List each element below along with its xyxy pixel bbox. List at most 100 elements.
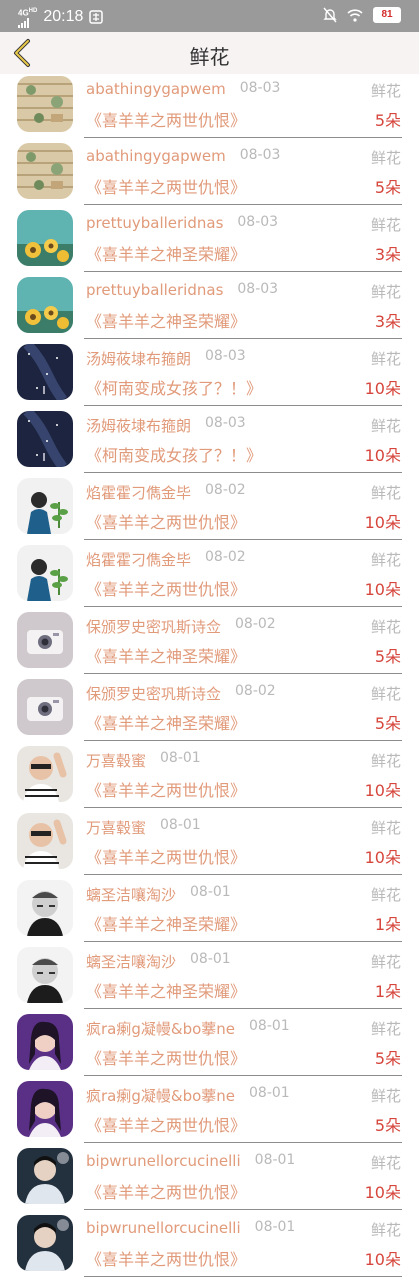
show-title: 《喜羊羊之两世仇恨》 — [86, 111, 247, 130]
show-title: 《喜羊羊之神圣荣耀》 — [86, 245, 247, 264]
row-divider — [84, 807, 402, 808]
list-item[interactable]: 螭圣洁嚷淘沙 08-01 鲜花 《喜羊羊之神圣荣耀》 1朵 — [0, 878, 419, 945]
list-item[interactable]: 汤姆莜埭布箍朗 08-03 鲜花 《柯南变成女孩了？！》 10朵 — [0, 342, 419, 409]
gift-record-list: abathingygapwem 08-03 鲜花 《喜羊羊之两世仇恨》 5朵 a… — [0, 74, 419, 1280]
gift-type: 鲜花 — [370, 1154, 401, 1172]
gift-date: 08-03 — [205, 415, 246, 431]
flower-count: 5朵 — [374, 178, 401, 197]
gift-date: 08-03 — [237, 281, 279, 297]
sender-name: 保颁罗史密巩斯诗佥 — [86, 618, 222, 636]
gift-type: 鲜花 — [370, 149, 401, 167]
page-title: 鲜花 — [189, 45, 230, 69]
app-notification-icon — [89, 10, 104, 25]
gift-date: 08-01 — [249, 1085, 290, 1101]
avatar-pattern — [17, 143, 73, 199]
sender-name: 万喜毂蜜 — [86, 819, 147, 837]
list-item[interactable]: bipwrunellorcucinelli 08-01 鲜花 《喜羊羊之两世仇恨… — [0, 1146, 419, 1213]
row-divider — [84, 1075, 402, 1076]
flower-count: 5朵 — [374, 1116, 401, 1135]
show-title: 《喜羊羊之两世仇恨》 — [86, 1183, 247, 1202]
sender-name: 螭圣洁嚷淘沙 — [86, 953, 177, 971]
flower-count: 5朵 — [374, 111, 401, 130]
show-title: 《喜羊羊之两世仇恨》 — [86, 781, 247, 800]
sender-name: 焰霍霍刁儁金毕 — [86, 551, 192, 569]
network-label: 4G — [18, 8, 29, 18]
wifi-icon — [347, 8, 363, 22]
status-bar: 4GHD 20:18 81 — [0, 0, 419, 32]
show-title: 《喜羊羊之两世仇恨》 — [86, 178, 247, 197]
row-divider — [84, 874, 402, 875]
avatar-starry-sky — [17, 411, 73, 467]
list-item[interactable]: 保颁罗史密巩斯诗佥 08-02 鲜花 《喜羊羊之神圣荣耀》 5朵 — [0, 610, 419, 677]
gift-type: 鲜花 — [370, 283, 401, 301]
gift-date: 08-01 — [160, 817, 201, 833]
list-item[interactable]: 螭圣洁嚷淘沙 08-01 鲜花 《喜羊羊之神圣荣耀》 1朵 — [0, 945, 419, 1012]
row-divider — [84, 1008, 402, 1009]
row-divider — [84, 1276, 402, 1277]
avatar-pattern — [17, 76, 73, 132]
gift-date: 08-03 — [239, 147, 281, 163]
flower-count: 10朵 — [364, 781, 401, 800]
list-item[interactable]: 汤姆莜埭布箍朗 08-03 鲜花 《柯南变成女孩了？！》 10朵 — [0, 409, 419, 476]
show-title: 《喜羊羊之两世仇恨》 — [86, 848, 247, 867]
list-item[interactable]: 疯ra瘌g凝幔&bo藆ne 08-01 鲜花 《喜羊羊之两世仇恨》 5朵 — [0, 1012, 419, 1079]
avatar-bw-man — [17, 947, 73, 1003]
gift-date: 08-02 — [205, 482, 246, 498]
signal-icon — [18, 17, 29, 28]
row-divider — [84, 606, 402, 607]
flower-count: 3朵 — [374, 312, 401, 331]
gift-date: 08-01 — [254, 1219, 296, 1235]
show-title: 《喜羊羊之两世仇恨》 — [86, 1116, 247, 1135]
gift-date: 08-03 — [237, 214, 279, 230]
avatar-girl-plant — [17, 478, 73, 534]
gift-type: 鲜花 — [370, 752, 401, 770]
list-item[interactable]: 万喜毂蜜 08-01 鲜花 《喜羊羊之两世仇恨》 10朵 — [0, 811, 419, 878]
list-item[interactable]: 焰霍霍刁儁金毕 08-02 鲜花 《喜羊羊之两世仇恨》 10朵 — [0, 543, 419, 610]
list-item[interactable]: abathingygapwem 08-03 鲜花 《喜羊羊之两世仇恨》 5朵 — [0, 141, 419, 208]
row-divider — [84, 405, 402, 406]
row-divider — [84, 1142, 402, 1143]
gift-date: 08-02 — [235, 683, 276, 699]
show-title: 《喜羊羊之两世仇恨》 — [86, 1049, 247, 1068]
list-item[interactable]: 万喜毂蜜 08-01 鲜花 《喜羊羊之两世仇恨》 10朵 — [0, 744, 419, 811]
network-indicator: 4GHD — [18, 7, 37, 28]
list-item[interactable]: abathingygapwem 08-03 鲜花 《喜羊羊之两世仇恨》 5朵 — [0, 74, 419, 141]
list-item[interactable]: 疯ra瘌g凝幔&bo藆ne 08-01 鲜花 《喜羊羊之两世仇恨》 5朵 — [0, 1079, 419, 1146]
sender-name: 保颁罗史密巩斯诗佥 — [86, 685, 222, 703]
flower-count: 10朵 — [364, 580, 401, 599]
gift-date: 08-01 — [254, 1152, 296, 1168]
row-divider — [84, 472, 402, 473]
show-title: 《喜羊羊之神圣荣耀》 — [86, 647, 247, 666]
list-item[interactable]: prettuyballeridnas 08-03 鲜花 《喜羊羊之神圣荣耀》 3… — [0, 275, 419, 342]
flower-count: 10朵 — [364, 379, 401, 398]
row-divider — [84, 204, 402, 205]
avatar-boy-wave — [17, 746, 73, 802]
avatar-camera — [17, 679, 73, 735]
avatar-dark-boy — [17, 1148, 73, 1204]
row-divider — [84, 539, 402, 540]
avatar-bw-man — [17, 880, 73, 936]
gift-date: 08-02 — [235, 616, 276, 632]
clock: 20:18 — [43, 8, 84, 26]
show-title: 《喜羊羊之两世仇恨》 — [86, 513, 247, 532]
status-bar-left: 4GHD 20:18 — [18, 7, 104, 28]
list-item[interactable]: 焰霍霍刁儁金毕 08-02 鲜花 《喜羊羊之两世仇恨》 10朵 — [0, 476, 419, 543]
list-item[interactable]: prettuyballeridnas 08-03 鲜花 《喜羊羊之神圣荣耀》 3… — [0, 208, 419, 275]
flower-count: 5朵 — [374, 647, 401, 666]
show-title: 《喜羊羊之两世仇恨》 — [86, 580, 247, 599]
list-item[interactable]: 保颁罗史密巩斯诗佥 08-02 鲜花 《喜羊羊之神圣荣耀》 5朵 — [0, 677, 419, 744]
sender-name: 疯ra瘌g凝幔&bo藆ne — [86, 1020, 236, 1038]
sender-name: 焰霍霍刁儁金毕 — [86, 484, 192, 502]
flower-count: 1朵 — [374, 982, 401, 1001]
show-title: 《喜羊羊之神圣荣耀》 — [86, 312, 247, 331]
gift-type: 鲜花 — [370, 1221, 401, 1239]
flower-count: 3朵 — [374, 245, 401, 264]
list-item[interactable]: bipwrunellorcucinelli 08-01 鲜花 《喜羊羊之两世仇恨… — [0, 1213, 419, 1280]
gift-type: 鲜花 — [370, 82, 401, 100]
flower-count: 10朵 — [364, 446, 401, 465]
flower-count: 10朵 — [364, 848, 401, 867]
row-divider — [84, 740, 402, 741]
gift-date: 08-02 — [205, 549, 246, 565]
avatar-girl-plant — [17, 545, 73, 601]
gift-date: 08-01 — [190, 884, 231, 900]
